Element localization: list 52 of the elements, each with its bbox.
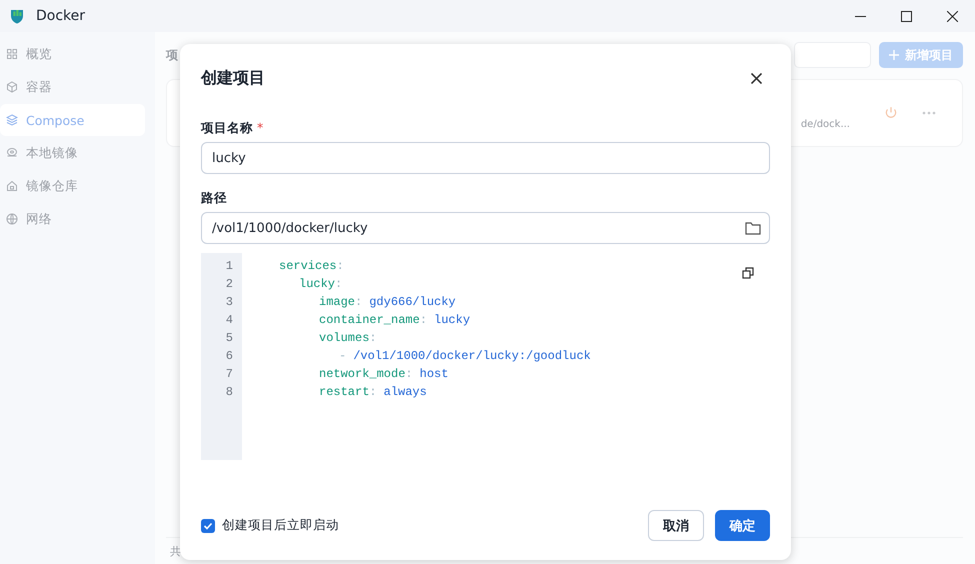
input-field[interactable]: lucky xyxy=(201,142,770,174)
sidebar-item[interactable]: 容器 xyxy=(0,71,145,103)
line-number: 3 xyxy=(224,294,234,311)
checkbox[interactable] xyxy=(201,518,215,532)
copy-icon[interactable] xyxy=(740,265,756,281)
field-label: 路径 xyxy=(201,190,228,207)
line-number: 2 xyxy=(224,276,234,293)
folder-icon[interactable] xyxy=(745,221,761,235)
line-number: 7 xyxy=(224,366,234,383)
dialog-title: 创建项目 xyxy=(201,68,265,88)
checkbox-label: 创建项目后立即启动 xyxy=(222,517,340,534)
window-title: Docker xyxy=(36,8,86,24)
house-icon xyxy=(6,180,18,192)
cube-icon xyxy=(6,81,18,93)
code-editor[interactable]: 1 2 3 4 5 6 7 8 services: lucky: image: gdy666/lucky container_name: lucky volumes: - /vol1/1000/docker/lucky:/goodluck network_mode: host restart: always xyxy=(201,253,770,460)
field-label: 项目名称 * xyxy=(201,120,264,137)
disk-icon xyxy=(6,147,18,159)
close-icon xyxy=(751,72,762,84)
line-number: 1 xyxy=(224,258,234,275)
add-project-button[interactable]: 新增项目 xyxy=(879,42,963,68)
search-field[interactable] xyxy=(794,42,871,68)
code-line: lucky: xyxy=(298,276,344,293)
app-logo-icon xyxy=(8,7,26,25)
sidebar-item[interactable]: Compose xyxy=(0,104,145,136)
sidebar-item[interactable]: 本地镜像 xyxy=(0,137,145,169)
check-icon xyxy=(203,520,213,530)
line-number: 6 xyxy=(224,348,234,365)
line-number: 4 xyxy=(224,312,234,329)
sidebar-item[interactable]: 网络 xyxy=(0,203,145,235)
line-number: 5 xyxy=(224,330,234,347)
globe-icon xyxy=(6,213,18,225)
code-line: services: xyxy=(279,258,345,275)
confirm-button[interactable]: 确定 xyxy=(715,510,770,541)
input-field[interactable]: /vol1/1000/docker/lucky xyxy=(201,212,770,244)
project-path: de/dock... xyxy=(800,118,850,130)
page-heading: 项 xyxy=(166,46,178,64)
code-line: image: gdy666/lucky xyxy=(318,294,456,311)
close-icon xyxy=(946,10,958,22)
code-line: network_mode: host xyxy=(318,366,448,383)
sidebar-item[interactable]: 镜像仓库 xyxy=(0,170,145,202)
code-line: volumes: xyxy=(318,330,378,347)
footer-text: 共 xyxy=(170,544,181,558)
plus-icon xyxy=(889,50,899,60)
code-line: restart: always xyxy=(318,384,427,401)
line-number: 8 xyxy=(224,384,234,401)
grid-icon xyxy=(6,48,18,60)
sidebar-item[interactable]: 概览 xyxy=(0,38,145,70)
maximize-icon xyxy=(900,10,912,22)
code-line: - /vol1/1000/docker/lucky:/goodluck xyxy=(338,348,591,365)
cancel-button[interactable]: 取消 xyxy=(648,510,704,541)
code-line: container_name: lucky xyxy=(318,312,470,329)
layers-icon xyxy=(6,114,18,126)
